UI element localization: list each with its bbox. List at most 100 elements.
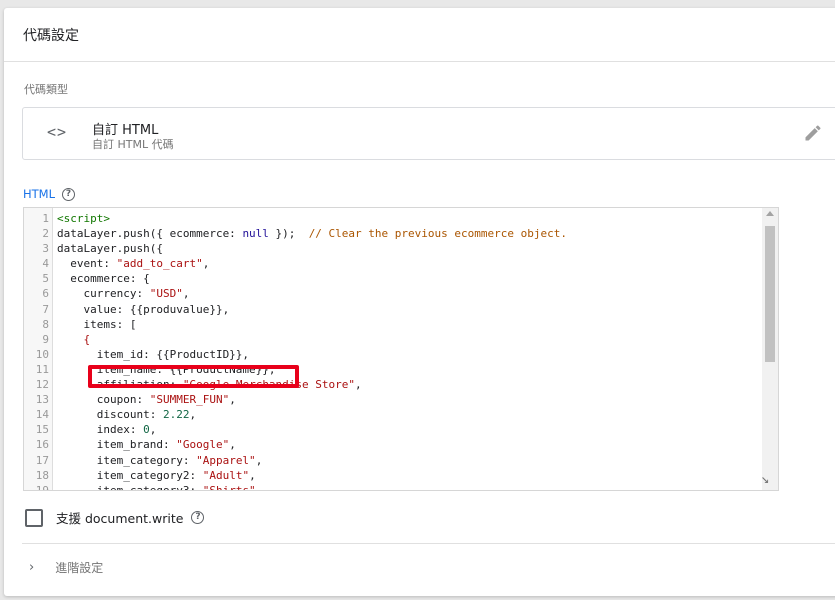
scrollbar-thumb[interactable]: [765, 226, 775, 362]
line-number: 19: [35, 483, 49, 491]
code-token: "Shirts": [202, 483, 256, 491]
code-line[interactable]: 19 item_category3: "Shirts",: [24, 483, 778, 491]
code-token: ecommerce: {: [57, 272, 150, 286]
code-token: // Clear the previous ecommerce object.: [308, 227, 567, 241]
code-token: item_brand:: [57, 438, 177, 452]
divider: [22, 543, 835, 544]
code-line[interactable]: 15 index: 0,: [24, 422, 778, 437]
code-token: items: [: [57, 317, 137, 331]
line-number: 17: [35, 453, 49, 467]
code-token: "SUMMER_FUN": [149, 393, 230, 407]
code-line[interactable]: 4 event: "add_to_cart",: [24, 256, 778, 271]
code-line[interactable]: 8 items: [: [24, 317, 778, 332]
code-text: item_id: {{ProductID}},: [57, 347, 249, 362]
line-number: 15: [35, 423, 49, 437]
tag-type-selector[interactable]: <> 自訂 HTML 自訂 HTML 代碼: [22, 107, 835, 160]
code-line[interactable]: 3 dataLayer.push({: [24, 241, 778, 256]
code-token: "add_to_cart": [116, 257, 203, 271]
code-text: dataLayer.push({: [57, 241, 163, 256]
code-line[interactable]: 17 item_category: "Apparel",: [24, 453, 778, 468]
code-token: "Google": [176, 438, 230, 452]
code-token: dataLayer.push({: [57, 242, 163, 256]
code-text: {: [57, 332, 90, 347]
code-token: item_category3:: [57, 483, 203, 491]
code-token: coupon:: [57, 393, 150, 407]
code-token: dataLayer.push({ ecommerce:: [57, 227, 243, 241]
tag-type-label: 代碼類型: [24, 83, 68, 96]
line-number: 4: [42, 257, 49, 271]
code-text: value: {{produvalue}},: [57, 302, 229, 317]
code-text: event: "add_to_cart",: [57, 256, 209, 271]
html-field-label: HTML ?: [23, 187, 76, 201]
code-text: discount: 2.22,: [57, 407, 196, 422]
advanced-settings-label: 進階設定: [55, 561, 104, 575]
line-number: 6: [42, 287, 49, 301]
line-number: 9: [42, 332, 49, 346]
code-token: ,: [149, 423, 157, 437]
highlight-annotation-box: [88, 365, 299, 388]
code-token: "USD": [149, 287, 183, 301]
advanced-settings-toggle[interactable]: › 進階設定: [29, 559, 103, 576]
line-number: 8: [42, 317, 49, 331]
chevron-right-icon: ›: [29, 560, 35, 575]
code-text: coupon: "SUMMER_FUN",: [57, 392, 236, 407]
code-line[interactable]: 9 {: [24, 332, 778, 347]
code-token: value: {{produvalue}},: [57, 302, 230, 316]
code-text: items: [: [57, 317, 136, 332]
code-line[interactable]: 2 dataLayer.push({ ecommerce: null }); //…: [24, 226, 778, 241]
code-line[interactable]: 5 ecommerce: {: [24, 271, 778, 286]
support-document-write-checkbox[interactable]: [25, 508, 43, 527]
line-number: 7: [42, 302, 49, 316]
code-text: <script>: [57, 211, 110, 226]
tag-configuration-card: 代碼設定 代碼類型 <> 自訂 HTML 自訂 HTML 代碼 HTML ? 1…: [4, 8, 835, 596]
code-token: ,: [229, 438, 236, 452]
code-text: item_brand: "Google",: [57, 437, 236, 452]
code-text: currency: "USD",: [57, 286, 189, 301]
code-text: item_category: "Apparel",: [57, 453, 263, 468]
code-text: item_category2: "Adult",: [57, 468, 256, 483]
card-header: 代碼設定: [4, 8, 835, 62]
code-token: ,: [249, 468, 256, 482]
code-line[interactable]: 7 value: {{produvalue}},: [24, 302, 778, 317]
line-number: 3: [42, 242, 49, 256]
code-icon: <>: [47, 123, 68, 141]
scroll-up-arrow-icon[interactable]: [766, 211, 774, 216]
line-number: 18: [35, 468, 49, 482]
html-label-text: HTML: [23, 187, 56, 201]
code-token: item_id: {{ProductID}},: [57, 347, 250, 361]
resize-handle-icon[interactable]: ↘: [761, 471, 769, 487]
editor-scrollbar[interactable]: [762, 208, 778, 490]
code-line[interactable]: 13 coupon: "SUMMER_FUN",: [24, 392, 778, 407]
code-token: "Apparel": [196, 453, 256, 467]
code-token: ,: [355, 378, 362, 392]
pencil-icon[interactable]: [803, 123, 823, 143]
help-icon[interactable]: ?: [62, 187, 76, 201]
line-number: 13: [35, 393, 49, 407]
line-number: 11: [35, 362, 49, 376]
code-lines[interactable]: 1 <script> 2 dataLayer.push({ ecommerce: nu…: [24, 211, 778, 491]
support-document-write-label: 支援 document.write: [56, 511, 184, 526]
code-token: null: [242, 227, 269, 241]
code-token: 0: [143, 423, 150, 437]
line-number: 10: [35, 347, 49, 361]
line-number: 1: [42, 212, 49, 225]
code-token: ,: [189, 408, 197, 422]
code-line[interactable]: 10 item_id: {{ProductID}},: [24, 347, 778, 362]
code-line[interactable]: 14 discount: 2.22,: [24, 407, 778, 422]
code-token: ,: [182, 287, 190, 301]
code-token: ,: [255, 483, 263, 491]
code-line[interactable]: 1 <script>: [24, 211, 778, 226]
tag-type-description: 自訂 HTML 代碼: [92, 138, 174, 151]
code-token: "Adult": [202, 468, 250, 482]
help-icon[interactable]: ?: [191, 511, 205, 524]
code-line[interactable]: 16 item_brand: "Google",: [24, 437, 778, 452]
html-code-editor[interactable]: 1 <script> 2 dataLayer.push({ ecommerce: nu…: [23, 207, 779, 491]
code-token: currency:: [57, 287, 150, 301]
code-text: index: 0,: [57, 422, 157, 437]
code-line[interactable]: 18 item_category2: "Adult",: [24, 468, 778, 483]
code-token: item_category2:: [57, 468, 203, 482]
line-number: 5: [42, 272, 49, 286]
code-line[interactable]: 6 currency: "USD",: [24, 286, 778, 301]
support-document-write-row: 支援 document.write ?: [25, 508, 205, 527]
code-token: item_category:: [57, 453, 197, 467]
